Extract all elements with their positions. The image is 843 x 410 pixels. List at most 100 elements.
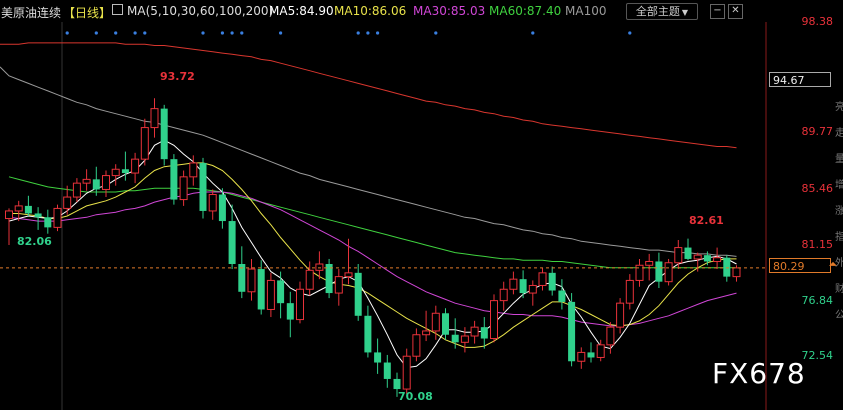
- candle-body-up: [625, 279, 634, 304]
- event-marker: [94, 31, 98, 35]
- minimize-button[interactable]: −: [710, 4, 725, 19]
- candle-body-down: [92, 179, 100, 190]
- event-marker: [230, 31, 234, 35]
- y-tick-label: 98.38: [801, 15, 834, 28]
- candle-body-down: [160, 108, 168, 160]
- candle-body-down: [228, 221, 236, 264]
- event-marker: [376, 31, 380, 35]
- candle-body-up: [305, 269, 314, 290]
- ma30-value: MA30:85.03: [413, 4, 486, 18]
- candle-body-up: [179, 176, 188, 201]
- candle-body-up: [189, 162, 198, 178]
- candle-body-down: [548, 272, 556, 291]
- candle-body-down: [393, 378, 401, 390]
- candle-body-down: [519, 279, 527, 294]
- theme-select-label: 全部主题: [635, 5, 680, 18]
- ma-params[interactable]: MA(5,10,30,60,100,200): [127, 4, 273, 18]
- candle-body-down: [257, 269, 265, 310]
- candle-body-down: [364, 315, 372, 353]
- event-marker: [114, 31, 118, 35]
- side-tab[interactable]: 财: [835, 277, 843, 303]
- candle-body-up: [509, 278, 518, 290]
- candle-body-down: [374, 352, 382, 363]
- candle-body-up: [402, 355, 411, 390]
- event-marker: [434, 31, 438, 35]
- candle-body-up: [664, 262, 673, 283]
- candle-body-down: [34, 213, 42, 218]
- candle-body-up: [72, 182, 81, 198]
- candle-body-up: [111, 168, 120, 177]
- event-marker: [531, 31, 535, 35]
- low-annotation: 70.08: [398, 390, 433, 403]
- candle-body-up: [14, 205, 23, 212]
- side-tab[interactable]: 涨: [835, 199, 843, 225]
- candle-body-down: [451, 334, 459, 343]
- candle-body-up: [5, 210, 13, 220]
- minus-icon: −: [713, 5, 722, 16]
- side-tab[interactable]: 亮: [835, 95, 843, 121]
- candle-body-up: [490, 300, 498, 340]
- kline-chart[interactable]: [0, 0, 843, 410]
- candle-body-up: [247, 268, 256, 293]
- candle-body-up: [616, 302, 625, 328]
- candle-body-down: [286, 303, 294, 320]
- candle-body-up: [150, 108, 159, 129]
- candle-body-up: [102, 175, 110, 190]
- high-annotation: 93.72: [160, 70, 195, 83]
- event-marker: [133, 31, 137, 35]
- candle-body-up: [499, 288, 508, 302]
- close-icon: ✕: [731, 5, 740, 16]
- candle-body-up: [315, 263, 324, 271]
- candle-body-up: [645, 260, 654, 266]
- event-marker: [279, 31, 283, 35]
- side-tab[interactable]: 增: [835, 173, 843, 199]
- event-marker: [220, 31, 224, 35]
- side-tab[interactable]: 外: [835, 251, 843, 277]
- candle-body-down: [723, 257, 731, 277]
- candle-body-up: [412, 334, 421, 357]
- candle-body-up: [53, 207, 62, 228]
- event-marker: [240, 31, 244, 35]
- candle-body-down: [121, 169, 129, 174]
- event-marker: [366, 31, 370, 35]
- candle-body-up: [296, 288, 304, 321]
- candle-body-down: [442, 313, 449, 335]
- watermark-logo: FX678: [712, 357, 806, 390]
- side-tab[interactable]: 公: [835, 303, 843, 329]
- side-tab[interactable]: 走: [835, 121, 843, 147]
- candle-body-up: [422, 330, 431, 336]
- high-annotation: 82.61: [689, 214, 724, 227]
- ma30-line: [8, 191, 737, 327]
- candle-body-up: [693, 254, 702, 260]
- candle-body-up: [732, 267, 741, 278]
- theme-select-button[interactable]: 全部主题 ▼: [626, 3, 698, 20]
- event-marker: [143, 31, 147, 35]
- candle-body-up: [131, 158, 140, 174]
- y-tick-label: 85.46: [801, 182, 834, 195]
- candle-body-down: [587, 352, 595, 358]
- candle-body-down: [170, 159, 178, 200]
- candle-body-up: [674, 247, 683, 264]
- period-label[interactable]: 【日线】: [63, 4, 111, 21]
- candle-body-down: [655, 261, 663, 282]
- side-tab-strip[interactable]: 亮 走 量 增 涨 指 外 财 公: [835, 95, 843, 385]
- candle-body-up: [344, 272, 353, 278]
- ma60-value: MA60:87.40: [489, 4, 562, 18]
- candle-body-down: [199, 162, 207, 211]
- candle-body-down: [684, 247, 692, 259]
- indicator-settings-icon[interactable]: [112, 4, 123, 15]
- side-tab[interactable]: 指: [835, 225, 843, 251]
- candle-body-up: [606, 326, 615, 346]
- candle-body-up: [334, 276, 343, 294]
- y-tick-label: 81.15: [801, 238, 834, 251]
- ma60-line: [8, 176, 737, 269]
- current-price-label: 80.29: [769, 258, 831, 273]
- ma10-value: MA10:86.06: [334, 4, 407, 18]
- close-button[interactable]: ✕: [728, 4, 743, 19]
- ma200-line: [0, 42, 737, 149]
- event-marker: [65, 31, 69, 35]
- side-tab[interactable]: 量: [835, 147, 843, 173]
- candle-body-up: [63, 196, 72, 209]
- candle-body-down: [277, 280, 285, 304]
- candle-body-down: [44, 217, 52, 228]
